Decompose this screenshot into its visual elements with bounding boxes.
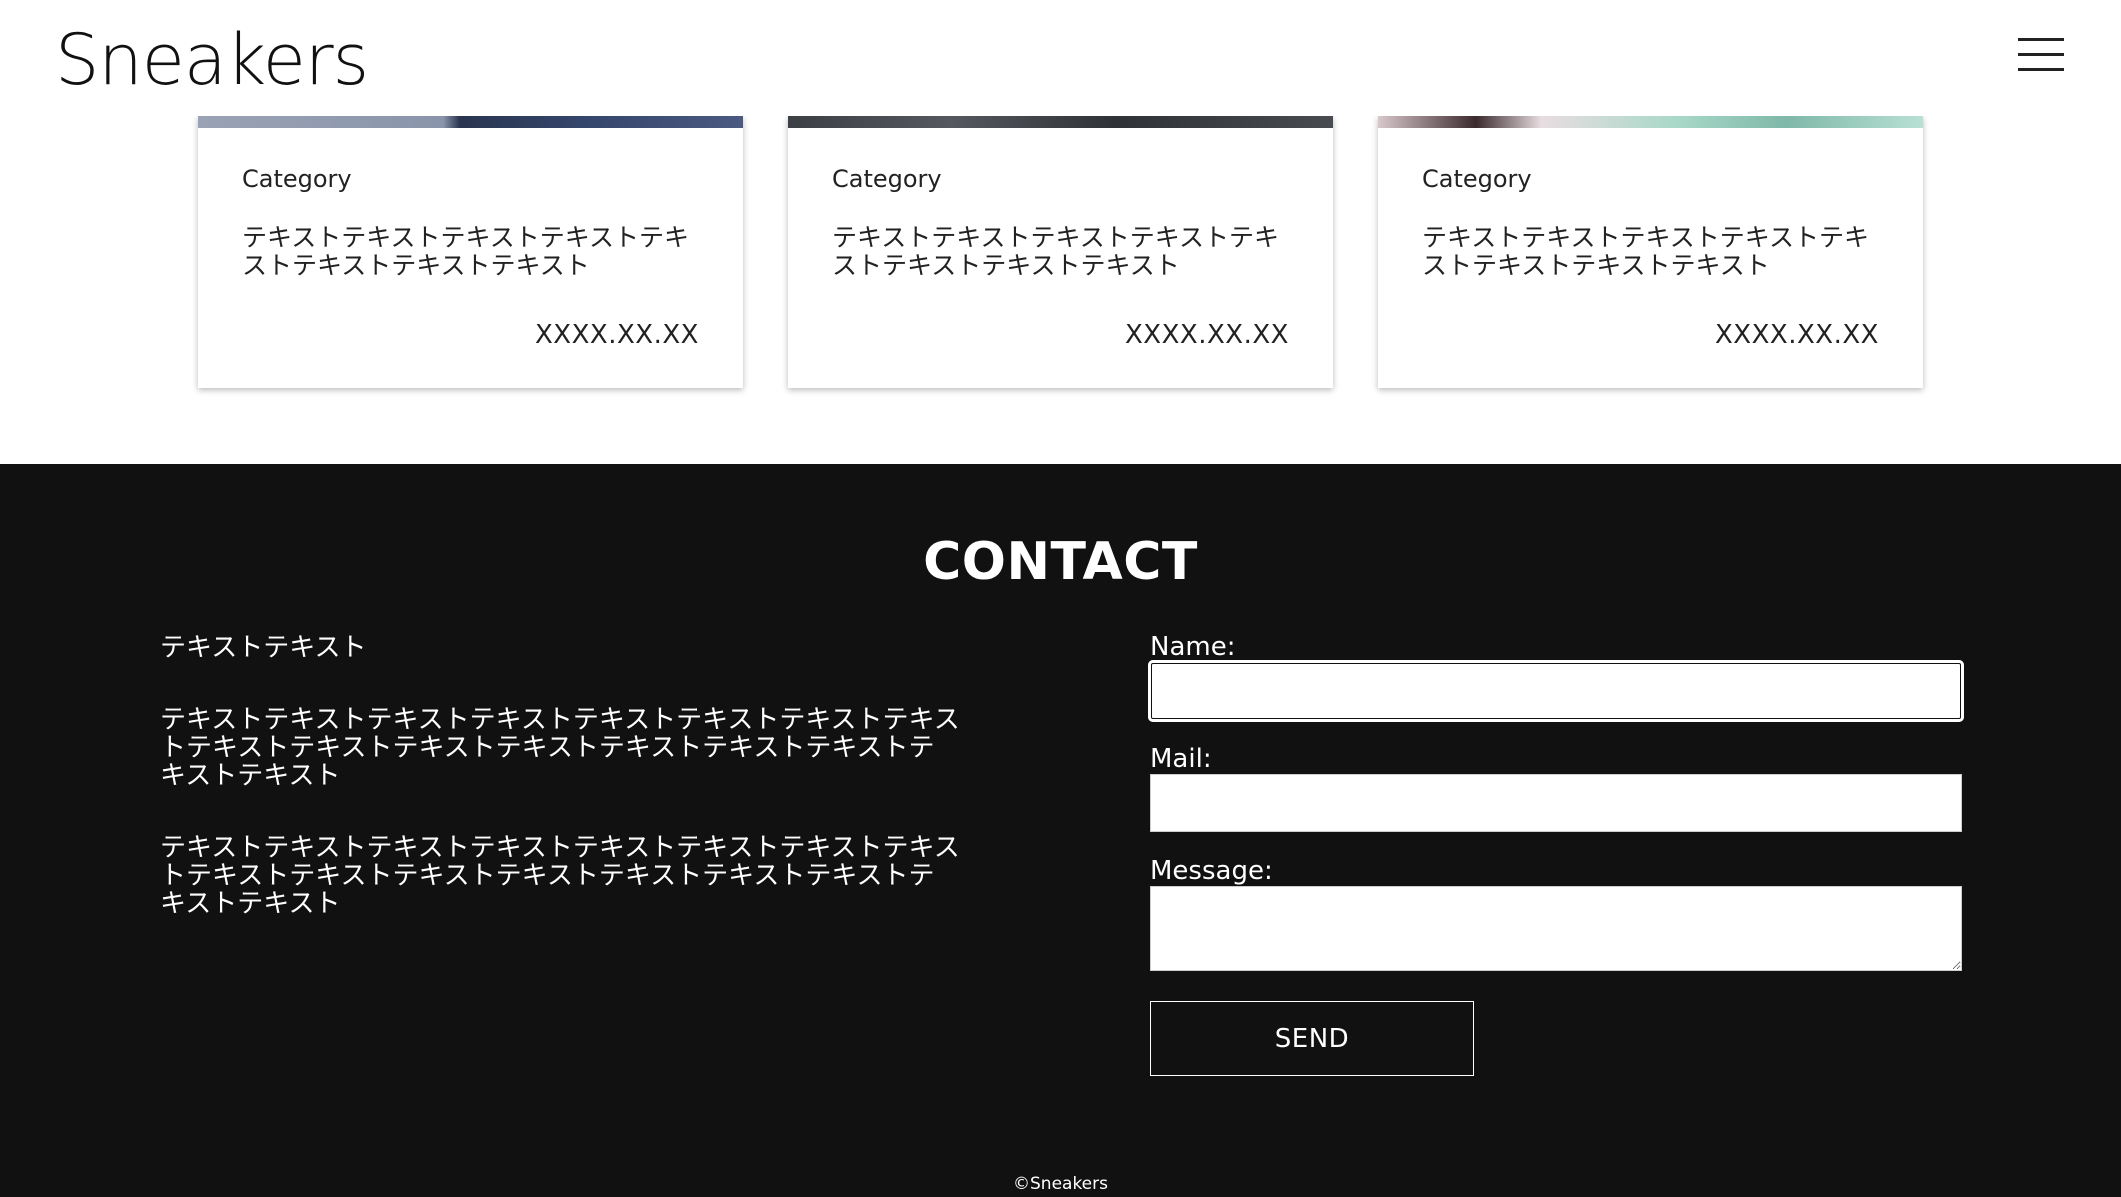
contact-description: テキストテキスト テキストテキストテキストテキストテキストテキストテキストテキス…	[160, 634, 960, 962]
article-cards: Category テキストテキストテキストテキストテキストテキストテキストテキス…	[0, 116, 2121, 464]
card-body: Category テキストテキストテキストテキストテキストテキストテキストテキス…	[198, 128, 743, 388]
mail-input[interactable]	[1150, 774, 1962, 832]
name-input[interactable]	[1148, 660, 1964, 722]
card-image	[788, 116, 1333, 128]
card-date: XXXX.XX.XX	[1714, 320, 1879, 350]
site-header: Sneakers	[0, 0, 2121, 116]
card-category: Category	[1422, 165, 1532, 193]
card-text: テキストテキストテキストテキストテキストテキストテキストテキスト	[242, 223, 690, 280]
contact-lead: テキストテキスト	[160, 633, 367, 663]
hamburger-menu-icon[interactable]	[2018, 36, 2068, 74]
card-date: XXXX.XX.XX	[1124, 320, 1289, 350]
card-category: Category	[832, 165, 942, 193]
menu-line	[2018, 68, 2064, 71]
article-card[interactable]: Category テキストテキストテキストテキストテキストテキストテキストテキス…	[788, 116, 1333, 388]
card-date: XXXX.XX.XX	[534, 320, 699, 350]
copyright: ©Sneakers	[1013, 1174, 1108, 1194]
contact-form: Name: Mail: Message: SEND	[1148, 632, 1964, 1076]
card-text: テキストテキストテキストテキストテキストテキストテキストテキスト	[832, 223, 1280, 280]
card-body: Category テキストテキストテキストテキストテキストテキストテキストテキス…	[1378, 128, 1923, 388]
send-button[interactable]: SEND	[1150, 1001, 1474, 1076]
contact-title: CONTACT	[923, 532, 1198, 592]
mail-label: Mail:	[1150, 744, 1212, 774]
card-image	[198, 116, 743, 128]
message-textarea[interactable]	[1150, 886, 1962, 971]
site-logo[interactable]: Sneakers	[55, 18, 369, 102]
message-label: Message:	[1150, 856, 1273, 886]
card-body: Category テキストテキストテキストテキストテキストテキストテキストテキス…	[788, 128, 1333, 388]
card-text: テキストテキストテキストテキストテキストテキストテキストテキスト	[1422, 223, 1870, 280]
contact-paragraph: テキストテキストテキストテキストテキストテキストテキストテキストテキストテキスト…	[160, 833, 960, 919]
article-card[interactable]: Category テキストテキストテキストテキストテキストテキストテキストテキス…	[198, 116, 743, 388]
card-category: Category	[242, 165, 352, 193]
contact-section: CONTACT テキストテキスト テキストテキストテキストテキストテキストテキス…	[0, 464, 2121, 1197]
menu-line	[2018, 53, 2064, 56]
menu-line	[2018, 38, 2064, 41]
article-card[interactable]: Category テキストテキストテキストテキストテキストテキストテキストテキス…	[1378, 116, 1923, 388]
card-image	[1378, 116, 1923, 128]
name-label: Name:	[1150, 632, 1236, 662]
contact-paragraph: テキストテキストテキストテキストテキストテキストテキストテキストテキストテキスト…	[160, 705, 960, 791]
